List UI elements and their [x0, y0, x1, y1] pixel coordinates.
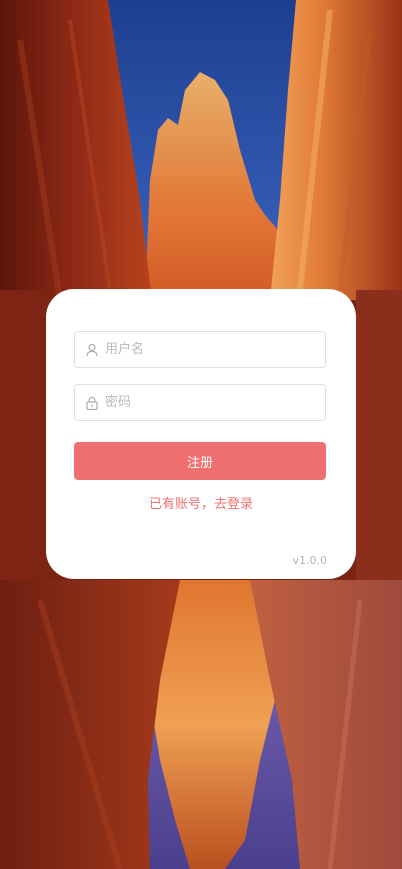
go-to-login-link[interactable]: 已有账号，去登录 — [46, 493, 356, 512]
version-label: v1.0.0 — [292, 554, 328, 567]
register-button[interactable]: 注册 — [74, 442, 326, 480]
user-icon — [86, 343, 98, 357]
username-field[interactable] — [74, 331, 326, 368]
lock-icon — [86, 396, 98, 410]
password-field[interactable] — [74, 384, 326, 421]
register-card: 注册 已有账号，去登录 v1.0.0 — [46, 289, 356, 579]
password-input[interactable] — [105, 385, 315, 420]
username-input[interactable] — [105, 332, 315, 367]
